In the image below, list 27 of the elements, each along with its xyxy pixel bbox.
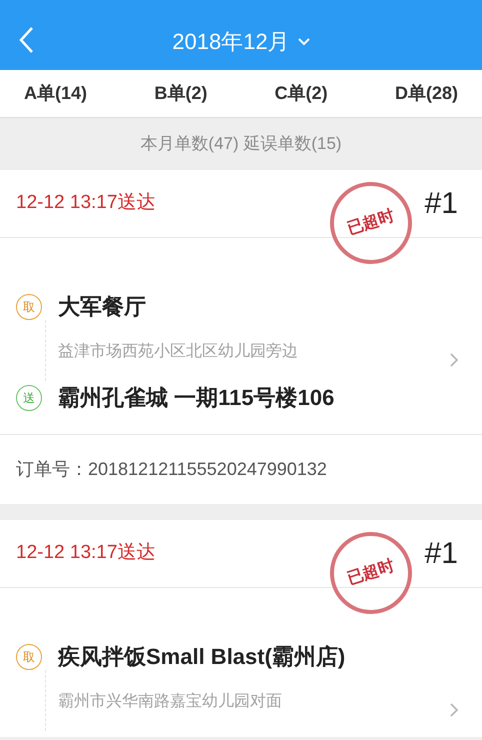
summary-text: 本月单数(47) 延误单数(15) — [140, 133, 342, 156]
order-type-tab[interactable]: C单(2) — [274, 80, 328, 107]
order-number: 订单号：201812121155520247990132 — [16, 458, 327, 481]
pickup-address: 益津市场西苑小区北区幼儿园旁边 — [58, 342, 298, 362]
order-index: #1 — [424, 536, 458, 572]
chevron-right-icon — [450, 353, 458, 367]
restaurant-name: 大军餐厅 — [58, 293, 146, 321]
order-card[interactable]: 12-12 13:17送达 #1 已超时 取 疾风拌饭Small Blast(霸州店) 霸州市兴华南路嘉宝幼儿园对面 — [0, 520, 482, 737]
order-type-tab[interactable]: D单(28) — [394, 80, 458, 107]
restaurant-name: 疾风拌饭Small Blast(霸州店) — [58, 643, 346, 671]
overdue-stamp: 已超时 — [330, 532, 412, 614]
order-type-tab[interactable]: A单(14) — [24, 80, 88, 107]
overdue-stamp: 已超时 — [330, 182, 412, 264]
order-index: #1 — [424, 186, 458, 222]
delivery-time: 12-12 13:17送达 — [16, 541, 156, 566]
delivery-address: 霸州孔雀城 一期115号楼106 — [58, 384, 334, 412]
back-button[interactable] — [18, 26, 34, 54]
pickup-badge: 取 — [16, 294, 42, 320]
delivery-time: 12-12 13:17送达 — [16, 191, 156, 216]
order-type-tab[interactable]: B单(2) — [154, 80, 208, 107]
order-card[interactable]: 12-12 13:17送达 #1 已超时 取 大军餐厅 益津市场西苑小区北区幼儿园旁边 送 霸州孔雀城 一期115号楼106 订单号：201812121155520247990132 — [0, 170, 482, 504]
pickup-badge: 取 — [16, 644, 42, 670]
back-icon — [18, 26, 34, 54]
pickup-address: 霸州市兴华南路嘉宝幼儿园对面 — [58, 692, 282, 712]
chevron-down-icon — [298, 38, 310, 46]
delivery-badge: 送 — [16, 384, 42, 410]
chevron-right-icon — [450, 703, 458, 717]
